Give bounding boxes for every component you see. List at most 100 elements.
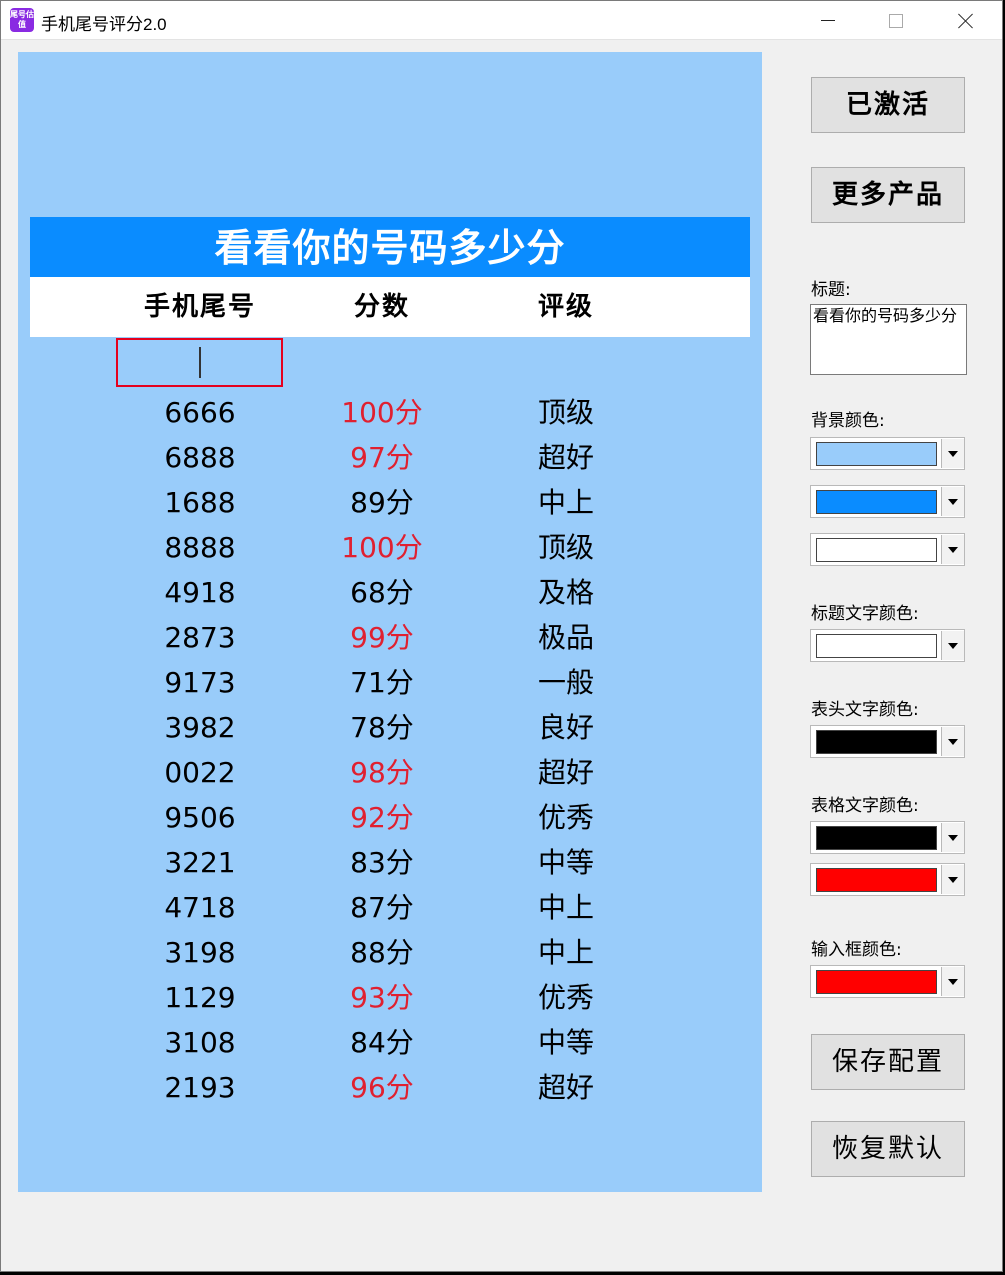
row-grade: 超好 — [537, 441, 594, 474]
row-score: 96分 — [350, 1071, 414, 1104]
row-score: 100分 — [341, 396, 423, 429]
row-number: 3108 — [164, 1026, 236, 1059]
row-score: 100分 — [341, 531, 423, 564]
tail-number-input[interactable] — [116, 338, 283, 387]
color-swatch — [816, 634, 937, 658]
table-row: 1688 89分 中上 — [30, 480, 750, 525]
chevron-down-icon[interactable] — [941, 487, 964, 516]
preview-panel: 看看你的号码多少分 手机尾号 分数 评级 6666 100分 顶级 6888 97分 超好… — [18, 52, 762, 1192]
row-grade: 超好 — [537, 756, 594, 789]
table-row: 4718 87分 中上 — [30, 885, 750, 930]
row-grade: 中等 — [537, 846, 594, 879]
minimize-button[interactable] — [793, 1, 863, 40]
chevron-down-icon[interactable] — [941, 439, 964, 468]
bg-color-picker-1[interactable] — [810, 437, 965, 470]
row-score: 89分 — [350, 486, 414, 519]
app-icon: 尾号估值 — [10, 8, 34, 32]
row-score: 99分 — [350, 621, 414, 654]
row-number: 3982 — [164, 711, 236, 744]
row-score: 88分 — [350, 936, 414, 969]
chevron-down-icon[interactable] — [941, 865, 964, 894]
row-score: 84分 — [350, 1026, 414, 1059]
row-grade: 优秀 — [537, 981, 594, 1014]
banner-title: 看看你的号码多少分 — [30, 217, 750, 277]
title-textarea[interactable]: 看看你的号码多少分 — [810, 304, 967, 375]
row-score: 83分 — [350, 846, 414, 879]
chevron-down-icon[interactable] — [941, 967, 964, 996]
row-grade: 中等 — [537, 1026, 594, 1059]
row-score: 98分 — [350, 756, 414, 789]
bg-color-picker-3[interactable] — [810, 533, 965, 566]
table-row: 2873 99分 极品 — [30, 615, 750, 660]
save-config-button[interactable]: 保存配置 — [811, 1034, 965, 1090]
title-bar: 尾号估值 手机尾号评分2.0 — [1, 1, 1002, 40]
table-row: 3221 83分 中等 — [30, 840, 750, 885]
header-grade: 评级 — [537, 292, 594, 322]
input-color-picker[interactable] — [810, 965, 965, 998]
row-grade: 优秀 — [537, 801, 594, 834]
cell-text-color-picker-2[interactable] — [810, 863, 965, 896]
header-score: 分数 — [353, 292, 410, 322]
text-caret — [199, 347, 201, 378]
more-products-button[interactable]: 更多产品 — [811, 167, 965, 223]
table-row: 4918 68分 及格 — [30, 570, 750, 615]
row-grade: 超好 — [537, 1071, 594, 1104]
row-grade: 顶级 — [537, 531, 594, 564]
row-number: 9506 — [164, 801, 236, 834]
row-number: 2193 — [164, 1071, 236, 1104]
row-score: 97分 — [350, 441, 414, 474]
color-swatch — [816, 730, 937, 754]
chevron-down-icon[interactable] — [941, 535, 964, 564]
activated-button[interactable]: 已激活 — [811, 77, 965, 133]
table-row: 6666 100分 顶级 — [30, 390, 750, 435]
row-number: 9173 — [164, 666, 236, 699]
maximize-button[interactable] — [861, 1, 931, 40]
restore-default-button[interactable]: 恢复默认 — [811, 1121, 965, 1177]
row-grade: 中上 — [537, 486, 594, 519]
maximize-icon — [889, 13, 903, 28]
window-title: 手机尾号评分2.0 — [41, 15, 167, 34]
row-number: 3221 — [164, 846, 236, 879]
row-score: 78分 — [350, 711, 414, 744]
row-number: 0022 — [164, 756, 236, 789]
header-text-color-label: 表头文字颜色: — [811, 700, 919, 720]
header-text-color-picker[interactable] — [810, 725, 965, 758]
title-text-color-picker[interactable] — [810, 629, 965, 662]
row-number: 6666 — [164, 396, 236, 429]
row-number: 4718 — [164, 891, 236, 924]
table-header: 手机尾号 分数 评级 — [30, 277, 750, 337]
row-score: 68分 — [350, 576, 414, 609]
table-row: 9173 71分 一般 — [30, 660, 750, 705]
bg-color-picker-2[interactable] — [810, 485, 965, 518]
color-swatch — [816, 868, 937, 892]
minimize-icon — [821, 20, 835, 21]
row-score: 87分 — [350, 891, 414, 924]
table-row: 2193 96分 超好 — [30, 1065, 750, 1110]
table-row: 6888 97分 超好 — [30, 435, 750, 480]
title-text-color-label: 标题文字颜色: — [811, 604, 919, 624]
bg-color-label: 背景颜色: — [811, 411, 885, 431]
row-number: 2873 — [164, 621, 236, 654]
row-grade: 中上 — [537, 936, 594, 969]
cell-text-color-label: 表格文字颜色: — [811, 796, 919, 816]
color-swatch — [816, 490, 937, 514]
chevron-down-icon[interactable] — [941, 727, 964, 756]
chevron-down-icon[interactable] — [941, 823, 964, 852]
row-grade: 及格 — [537, 576, 594, 609]
row-number: 1129 — [164, 981, 236, 1014]
row-score: 93分 — [350, 981, 414, 1014]
chevron-down-icon[interactable] — [941, 631, 964, 660]
table-row: 3108 84分 中等 — [30, 1020, 750, 1065]
row-grade: 极品 — [537, 621, 594, 654]
color-swatch — [816, 538, 937, 562]
table-row: 3198 88分 中上 — [30, 930, 750, 975]
row-number: 1688 — [164, 486, 236, 519]
table-row: 1129 93分 优秀 — [30, 975, 750, 1020]
table-row: 0022 98分 超好 — [30, 750, 750, 795]
row-number: 8888 — [164, 531, 236, 564]
color-swatch — [816, 826, 937, 850]
cell-text-color-picker-1[interactable] — [810, 821, 965, 854]
row-grade: 一般 — [537, 666, 594, 699]
close-button[interactable] — [931, 1, 1001, 40]
header-number: 手机尾号 — [143, 292, 256, 322]
